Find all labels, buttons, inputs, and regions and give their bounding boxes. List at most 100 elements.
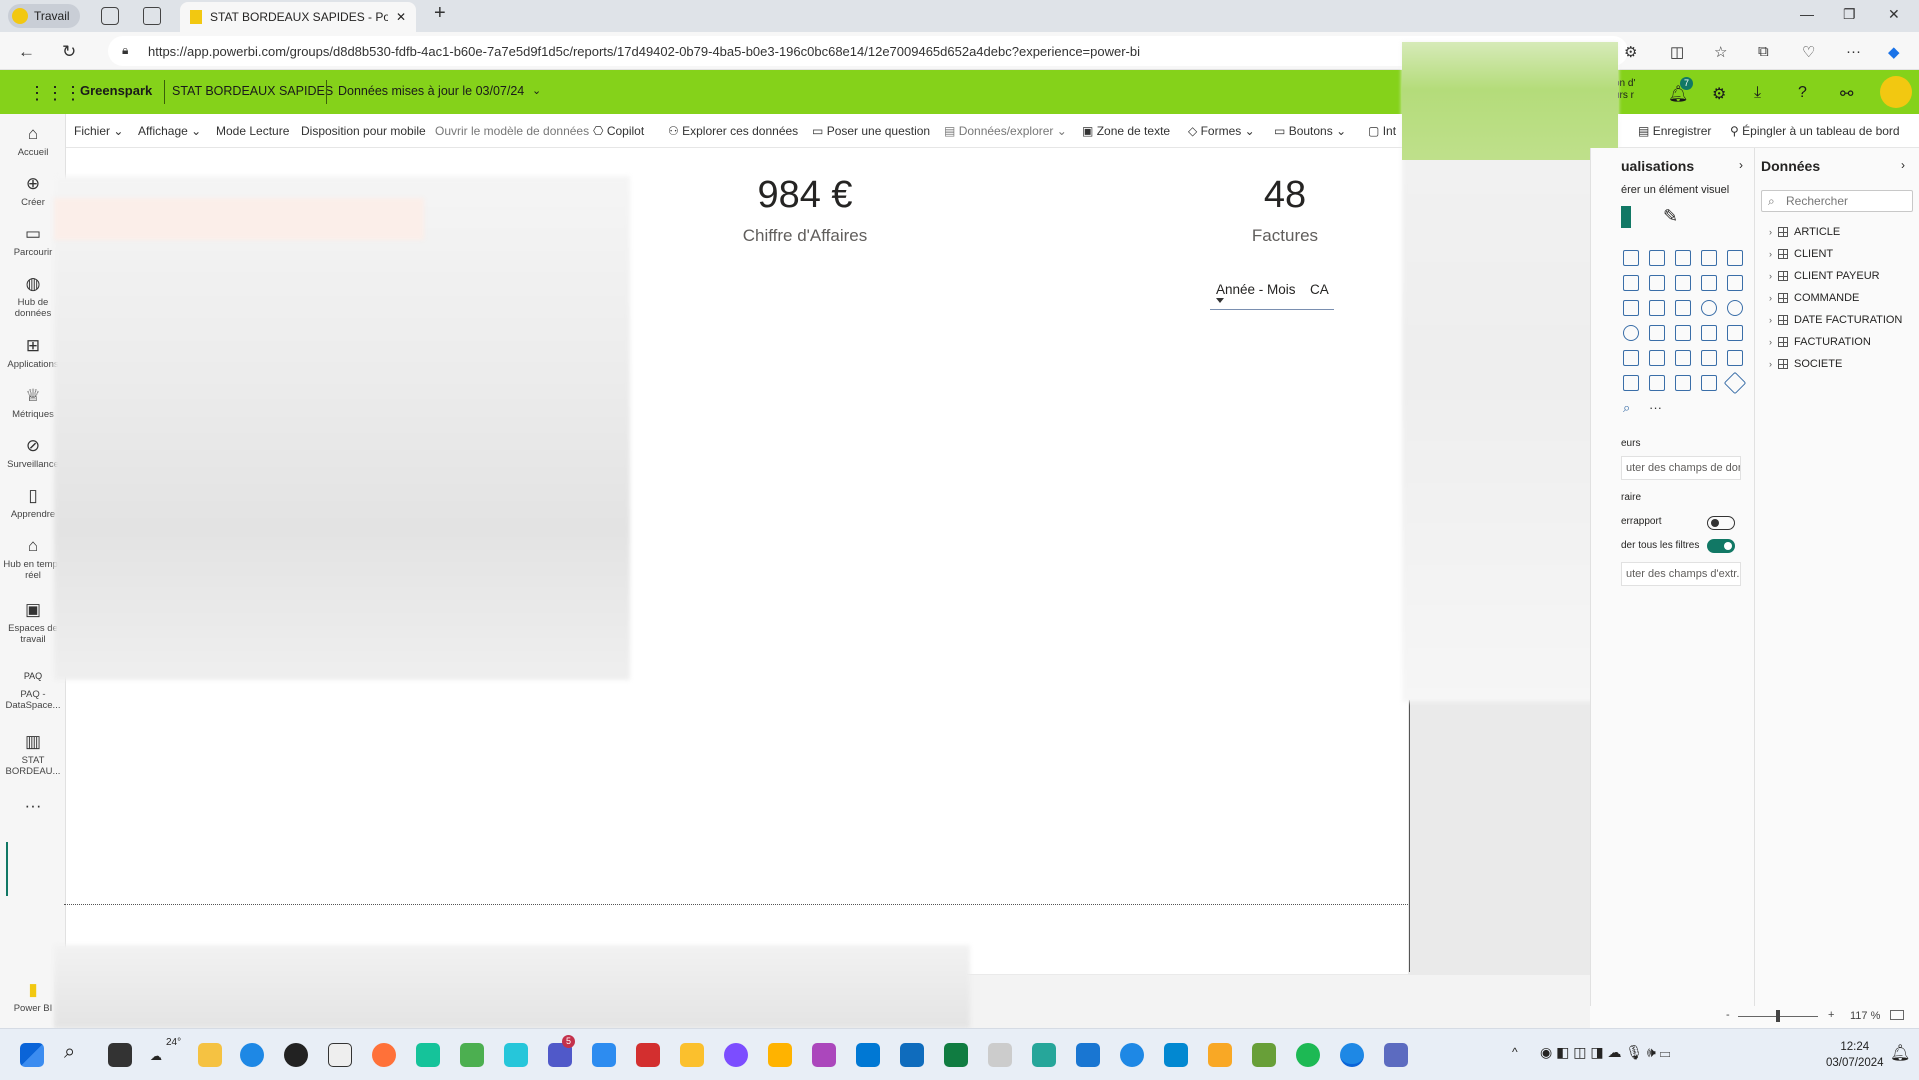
open-data-model-button[interactable]: Ouvrir le modèle de données — [435, 124, 589, 138]
explore-data-button[interactable]: ⚇ Explorer ces données — [668, 124, 798, 138]
minimize-button[interactable]: — — [1800, 6, 1814, 22]
edge-active-icon[interactable] — [1340, 1043, 1364, 1067]
gauge-icon[interactable] — [1701, 325, 1717, 341]
waterfall-chart-icon[interactable] — [1623, 300, 1639, 316]
weather-icon[interactable]: ☁ — [150, 1049, 162, 1063]
line-chart-icon[interactable] — [1649, 275, 1665, 291]
table-article[interactable]: › ARTICLE — [1769, 226, 1840, 238]
clustered-bar-chart-icon[interactable] — [1649, 250, 1665, 266]
keep-filters-toggle[interactable] — [1707, 539, 1735, 553]
column-header-year-month[interactable]: Année - Mois — [1216, 282, 1296, 297]
month-revenue-table-header[interactable]: Année - Mois CA — [1210, 280, 1334, 310]
view-menu[interactable]: Affichage ⌄ — [138, 124, 201, 138]
app-icon[interactable] — [1164, 1043, 1188, 1067]
kpi-icon[interactable] — [1623, 350, 1639, 366]
table-commande[interactable]: › COMMANDE — [1769, 292, 1859, 304]
values-field-well[interactable]: uter des champs de don... — [1621, 456, 1741, 480]
matrix-icon[interactable] — [1701, 350, 1717, 366]
app-icon[interactable] — [1032, 1043, 1056, 1067]
filled-map-icon[interactable] — [1649, 325, 1665, 341]
firefox-icon[interactable] — [372, 1043, 396, 1067]
vscode-icon[interactable] — [1076, 1043, 1100, 1067]
app-icon[interactable] — [636, 1043, 660, 1067]
url-input[interactable]: 🔒︎ https://app.powerbi.com/groups/d8d8b5… — [108, 36, 1628, 66]
app-icon[interactable] — [460, 1043, 484, 1067]
data-explore-menu[interactable]: ▤ Données/explorer ⌄ — [944, 124, 1067, 138]
edge-icon[interactable] — [240, 1043, 264, 1067]
new-tab-button[interactable]: + — [434, 2, 446, 25]
user-avatar[interactable] — [1880, 76, 1912, 108]
shapes-menu[interactable]: ◇ Formes ⌄ — [1188, 124, 1255, 138]
funnel-chart-icon[interactable] — [1649, 300, 1665, 316]
collections-icon[interactable]: ⧉ — [1758, 43, 1769, 60]
app-icon[interactable] — [812, 1043, 836, 1067]
reading-mode-button[interactable]: Mode Lecture — [216, 124, 289, 138]
chatgpt-icon[interactable] — [284, 1043, 308, 1067]
ribbon-int-button[interactable]: ▢ Int — [1368, 124, 1396, 138]
save-button[interactable]: ▤ Enregistrer — [1638, 124, 1711, 138]
app-icon[interactable] — [504, 1043, 528, 1067]
close-window-button[interactable]: ✕ — [1888, 6, 1900, 23]
map-icon[interactable] — [1623, 325, 1639, 341]
mobile-layout-button[interactable]: Disposition pour mobile — [301, 124, 426, 138]
cross-report-toggle[interactable] — [1707, 516, 1735, 530]
warning-app-icon[interactable] — [1208, 1043, 1232, 1067]
excel-icon[interactable] — [944, 1043, 968, 1067]
area-chart-icon[interactable] — [1623, 275, 1639, 291]
table-client[interactable]: › CLIENT — [1769, 248, 1833, 260]
restore-button[interactable]: ❐ — [1843, 6, 1856, 23]
favorites-icon[interactable]: ☆ — [1714, 43, 1727, 61]
nav-stat-bordeaux[interactable]: ▥ STAT BORDEAU... — [0, 732, 66, 777]
file-explorer-icon[interactable] — [198, 1043, 222, 1067]
table-societe[interactable]: › SOCIETE — [1769, 358, 1842, 370]
close-tab-icon[interactable]: ✕ — [396, 10, 406, 24]
search-input[interactable]: ⌕ Rechercher — [1761, 190, 1913, 212]
data-updated-dropdown[interactable]: Données mises à jour le 03/07/24 — [338, 84, 524, 98]
settings-gear-icon[interactable]: ⚙ — [1712, 84, 1726, 104]
build-visual-tab-icon[interactable] — [1621, 206, 1631, 228]
azure-map-icon[interactable] — [1675, 325, 1691, 341]
smart-narrative-icon[interactable] — [1649, 375, 1665, 391]
donut-chart-icon[interactable] — [1727, 300, 1743, 316]
back-arrow-icon[interactable]: ← — [18, 42, 35, 62]
slicer-icon[interactable] — [1649, 350, 1665, 366]
app-icon[interactable] — [1252, 1043, 1276, 1067]
app-icon[interactable] — [768, 1043, 792, 1067]
app-icon[interactable] — [592, 1043, 616, 1067]
report-name[interactable]: STAT BORDEAUX SAPIDES — [172, 84, 333, 98]
ribbon-chart-icon[interactable] — [1727, 275, 1743, 291]
100-bar-chart-icon[interactable] — [1701, 250, 1717, 266]
search-visuals-icon[interactable]: ⌕ — [1623, 400, 1649, 425]
app-icon[interactable] — [328, 1043, 352, 1067]
refresh-icon[interactable]: ↻ — [62, 42, 76, 62]
paginated-report-icon[interactable] — [1701, 375, 1717, 391]
qa-icon[interactable] — [1623, 375, 1639, 391]
stacked-column-chart-icon[interactable] — [1675, 250, 1691, 266]
start-button-icon[interactable] — [20, 1043, 44, 1067]
task-view-icon[interactable] — [108, 1043, 132, 1067]
active-tab[interactable]: STAT BORDEAUX SAPIDES - Pow ✕ — [180, 2, 416, 32]
nav-more[interactable]: ··· — [0, 796, 66, 819]
share-icon[interactable]: ⚯ — [1840, 84, 1853, 104]
stacked-bar-chart-icon[interactable] — [1623, 250, 1639, 266]
table-facturation[interactable]: › FACTURATION — [1769, 336, 1871, 348]
pie-chart-icon[interactable] — [1701, 300, 1717, 316]
copilot-icon[interactable]: ◆ — [1888, 43, 1900, 61]
table-client-payeur[interactable]: › CLIENT PAYEUR — [1769, 270, 1880, 282]
zoom-out-button[interactable]: - — [1726, 1009, 1730, 1021]
workspace-name[interactable]: Greenspark — [80, 83, 152, 98]
app-icon[interactable] — [1384, 1043, 1408, 1067]
browser-essentials-icon[interactable]: ♡ — [1802, 43, 1815, 61]
zoom-slider-thumb[interactable] — [1776, 1010, 1780, 1022]
pin-to-dashboard-button[interactable]: ⚲ Épingler à un tableau de bord — [1730, 124, 1900, 138]
ask-question-button[interactable]: ▭ Poser une question — [812, 124, 930, 138]
metrics-icon[interactable] — [1675, 375, 1691, 391]
app-icon[interactable] — [1120, 1043, 1144, 1067]
app-icon[interactable] — [988, 1043, 1012, 1067]
help-icon[interactable]: ? — [1798, 84, 1807, 102]
column-header-ca[interactable]: CA — [1310, 282, 1329, 297]
extensions-icon[interactable]: ⚙ — [1624, 43, 1637, 61]
zoom-in-button[interactable]: + — [1828, 1009, 1834, 1021]
file-menu[interactable]: Fichier ⌄ — [74, 124, 123, 138]
grammarly-icon[interactable] — [416, 1043, 440, 1067]
